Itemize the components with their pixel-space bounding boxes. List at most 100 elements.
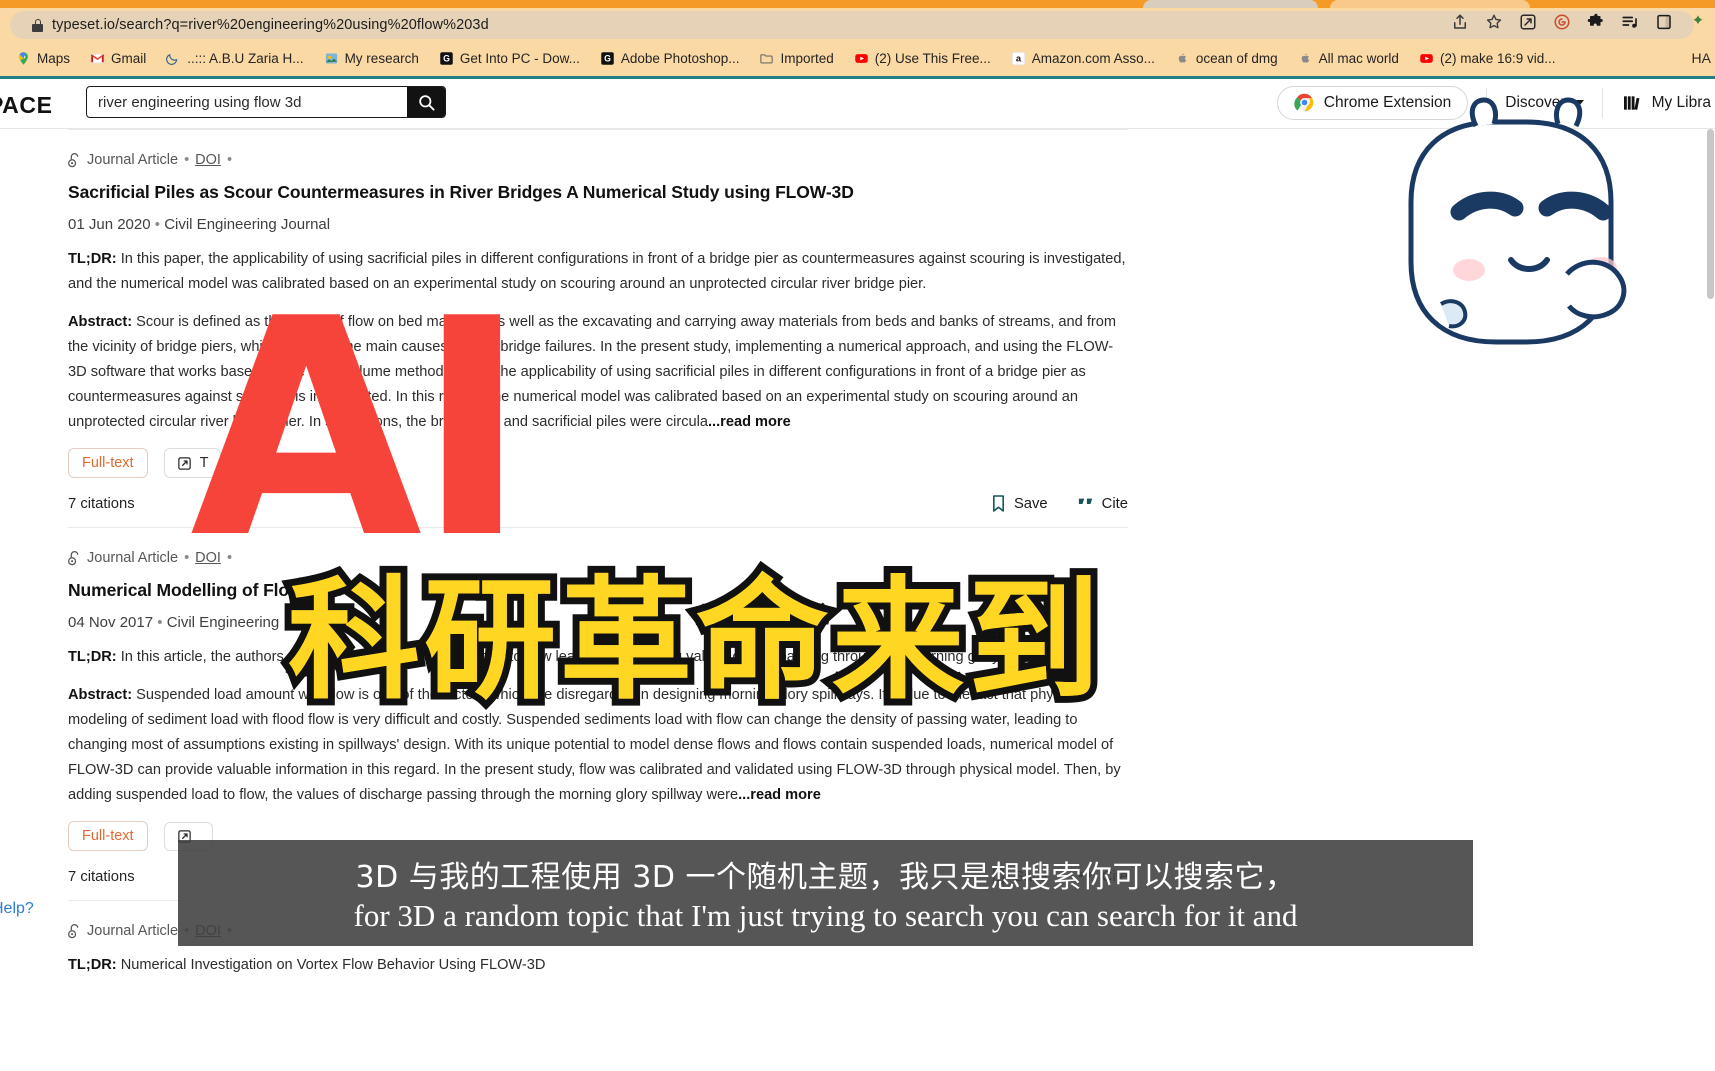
result-title[interactable]: Sacrificial Piles as Scour Countermeasur… — [68, 182, 1128, 203]
url-text: typeset.io/search?q=river%20engineering%… — [52, 17, 489, 33]
bookmark-label: Adobe Photoshop... — [620, 50, 740, 66]
full-text-button[interactable]: Full-text — [68, 448, 148, 478]
profile-avatar-icon[interactable] — [1689, 13, 1707, 31]
search-input[interactable] — [87, 87, 407, 117]
sidebar-icon[interactable] — [1655, 13, 1673, 31]
result-tldr: TL;DR: In this article, the authors show… — [68, 645, 1128, 670]
tldr-label: TL;DR: — [68, 957, 117, 973]
result-date: 01 Jun 2020 — [68, 216, 151, 233]
citation-count[interactable]: 7 citations — [68, 869, 135, 885]
result-doi-link[interactable]: DOI — [195, 152, 221, 168]
open-external-button[interactable]: T — [163, 448, 222, 478]
bookmark-label: (2) Use This Free... — [874, 50, 991, 66]
bookmark-adobe-photoshop[interactable]: G Adobe Photoshop... — [590, 45, 750, 71]
open-access-lock-icon — [68, 153, 79, 168]
full-text-button[interactable]: Full-text — [68, 821, 148, 851]
youtube-icon — [1420, 53, 1433, 63]
open-external-label: T — [199, 455, 209, 471]
chrome-extension-button[interactable]: Chrome Extension — [1276, 85, 1469, 120]
subtitle-overlay: 3D 与我的工程使用 3D 一个随机主题，我只是想搜索你可以搜索它， for 3… — [178, 840, 1473, 946]
result-meta: Journal Article • DOI • — [68, 152, 1128, 168]
page-scrollbar[interactable] — [1706, 129, 1715, 1071]
bookmark-amazon-associates[interactable]: a Amazon.com Asso... — [1001, 45, 1165, 71]
address-bar[interactable]: typeset.io/search?q=river%20engineering%… — [10, 11, 1694, 39]
result-date-journal: 01 Jun 2020 • Civil Engineering Journal — [68, 216, 1128, 233]
svg-text:a: a — [1016, 53, 1022, 63]
result-meta: Journal Article • DOI • — [68, 550, 1128, 566]
bookmark-label: Get Into PC - Dow... — [459, 50, 580, 66]
maps-pin-icon — [19, 51, 28, 65]
read-more-link[interactable]: ...read more — [708, 414, 791, 430]
star-icon[interactable] — [1485, 13, 1503, 31]
result-doi-link[interactable]: DOI — [195, 550, 221, 566]
folder-icon — [760, 53, 774, 63]
result-tldr: TL;DR: In this paper, the applicability … — [68, 247, 1128, 297]
cite-button[interactable]: Cite — [1078, 496, 1128, 512]
read-more-link[interactable]: ...read more — [738, 787, 821, 803]
bookmark-gmail[interactable]: Gmail — [80, 45, 156, 71]
bookmark-label: Imported — [780, 50, 834, 66]
external-link-icon — [177, 456, 191, 470]
omnibar-actions — [1451, 8, 1707, 36]
search-button[interactable] — [407, 87, 445, 117]
gmail-icon — [90, 53, 105, 63]
my-library-link[interactable]: My Libra — [1621, 93, 1715, 113]
omnibar-row: typeset.io/search?q=river%20engineering%… — [0, 8, 1715, 40]
result-journal: Civil Engineering Journal — [164, 216, 331, 233]
bookmark-my-research[interactable]: My research — [314, 45, 429, 71]
tldr-label: TL;DR: — [68, 251, 117, 267]
bookmark-maps[interactable]: Maps — [6, 45, 80, 71]
search-box[interactable] — [86, 86, 446, 118]
chrome-extension-label: Chrome Extension — [1323, 93, 1452, 111]
tldr-text: In this paper, the applicability of usin… — [68, 251, 1126, 292]
bookmarks-bar: Maps Gmail ..::: A.B.U Zaria H... My res… — [0, 40, 1715, 76]
meta-separator: • — [184, 550, 190, 566]
bookmark-label: Gmail — [111, 50, 147, 66]
save-button[interactable]: Save — [991, 494, 1048, 513]
background-tab[interactable] — [1330, 0, 1530, 8]
site-logo[interactable]: SPACE — [0, 92, 53, 119]
extensions-puzzle-icon[interactable] — [1587, 13, 1605, 31]
result-date-journal: 04 Nov 2017 • Civil Engineering — [68, 614, 1128, 631]
chevron-down-icon — [1573, 99, 1584, 106]
bookmarks-overflow-label[interactable]: HA — [1682, 45, 1715, 71]
bookmark-ocean-of-dmg[interactable]: ocean of dmg — [1165, 45, 1288, 71]
share-icon[interactable] — [1451, 13, 1469, 31]
bookmark-label: My research — [344, 50, 419, 66]
bookmark-get-into-pc[interactable]: G Get Into PC - Dow... — [429, 45, 590, 71]
bookmark-abu-zaria[interactable]: ..::: A.B.U Zaria H... — [156, 45, 313, 71]
discover-label: Discover — [1505, 93, 1566, 111]
bookmark-all-mac-world[interactable]: All mac world — [1288, 45, 1409, 71]
result-date: 04 Nov 2017 — [68, 614, 154, 631]
bookmark-label: All mac world — [1318, 50, 1399, 66]
chrome-logo-icon — [1294, 93, 1313, 112]
g-icon: G — [440, 51, 453, 65]
abstract-text: Suspended load amount with flow is one o… — [68, 687, 1121, 803]
save-label: Save — [1013, 495, 1048, 512]
active-tab[interactable] — [1143, 0, 1318, 8]
pocket-icon[interactable] — [1519, 13, 1537, 31]
header-actions: Chrome Extension Discover My Libra — [1276, 76, 1715, 129]
grammarly-icon[interactable] — [1553, 13, 1571, 31]
meta-separator: • — [226, 550, 233, 566]
tldr-label: TL;DR: — [68, 649, 117, 665]
result-tldr: TL;DR: Numerical Investigation on Vortex… — [68, 953, 1128, 978]
header-divider — [1601, 87, 1603, 118]
discover-menu[interactable]: Discover — [1505, 93, 1584, 112]
result-abstract: Abstract: Scour is defined as the action… — [68, 310, 1128, 435]
scrollbar-thumb[interactable] — [1707, 129, 1714, 299]
bookmark-make-16-9-video[interactable]: (2) make 16:9 vid... — [1409, 45, 1566, 71]
citation-count[interactable]: 7 citations — [68, 496, 135, 512]
result-title[interactable]: Numerical Modelling of Flow — [68, 580, 1128, 601]
result-type: Journal Article — [87, 923, 179, 939]
subtitle-english: for 3D a random topic that I'm just tryi… — [353, 898, 1298, 933]
bookmark-label: ocean of dmg — [1195, 50, 1278, 66]
research-icon — [325, 53, 337, 63]
svg-text:G: G — [604, 53, 611, 63]
bookmark-icon — [992, 495, 1004, 512]
bookmark-use-this-free[interactable]: (2) Use This Free... — [844, 45, 1001, 71]
playlist-icon[interactable] — [1621, 13, 1639, 31]
help-button[interactable]: Help? — [0, 900, 34, 918]
meta-separator: • — [157, 614, 163, 631]
bookmark-imported[interactable]: Imported — [749, 45, 843, 71]
